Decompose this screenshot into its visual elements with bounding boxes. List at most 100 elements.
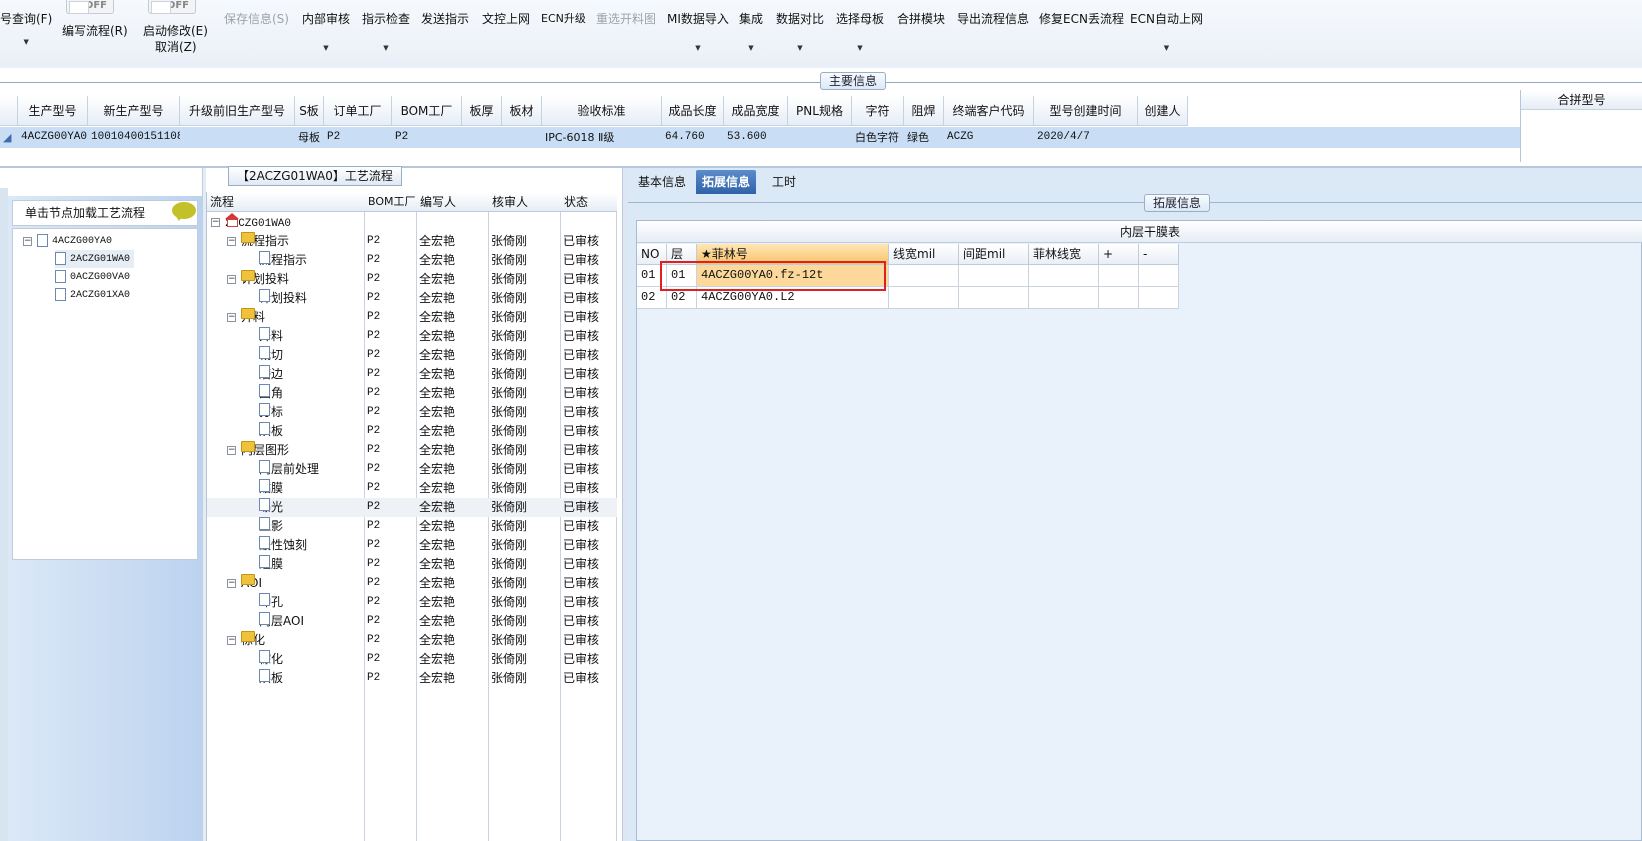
query-button[interactable]: 号查询(F) ▼ bbox=[0, 10, 52, 46]
tree-node[interactable]: 2ACZG01WA0 bbox=[55, 250, 135, 268]
col-header[interactable]: 核审人 bbox=[489, 192, 561, 212]
collapse-icon[interactable]: − bbox=[227, 636, 236, 645]
cell-acceptance[interactable]: IPC-6018 Ⅱ级 bbox=[542, 127, 662, 148]
cell-film-line-width[interactable] bbox=[1029, 265, 1099, 287]
cell-line-width[interactable] bbox=[889, 287, 959, 309]
collapse-icon[interactable]: − bbox=[227, 237, 236, 246]
col-header[interactable]: PNL规格 bbox=[788, 96, 852, 126]
col-header-spacing[interactable]: 间距mil bbox=[959, 244, 1029, 265]
col-header[interactable]: 终端客户代码 bbox=[944, 96, 1034, 126]
col-header[interactable]: 订单工厂 bbox=[324, 96, 392, 126]
flow-row[interactable]: −开料 P2 全宏艳 张倚刚 已审核 bbox=[207, 308, 617, 327]
flow-row[interactable]: 酸性蚀刻 P2 全宏艳 张倚刚 已审核 bbox=[207, 536, 617, 555]
col-header[interactable]: 升级前旧生产型号 bbox=[180, 96, 295, 126]
col-header[interactable]: 型号创建时间 bbox=[1034, 96, 1138, 126]
cell-layer[interactable]: 01 bbox=[667, 265, 697, 287]
col-header[interactable]: BOM工厂 bbox=[392, 96, 462, 126]
cell-width[interactable]: 53.600 bbox=[724, 127, 788, 148]
ecn-upgrade-button[interactable]: ECN升级 bbox=[541, 10, 586, 28]
col-header[interactable]: 验收标准 bbox=[542, 96, 662, 126]
col-header[interactable]: 字符 bbox=[852, 96, 904, 126]
flow-row[interactable]: 曝光 P2 全宏艳 张倚刚 已审核 bbox=[207, 498, 617, 517]
cell-minus[interactable] bbox=[1139, 265, 1179, 287]
instruction-check-button[interactable]: 指示检查 ▼ bbox=[362, 10, 410, 52]
col-header[interactable]: S板 bbox=[295, 96, 324, 126]
collapse-strip[interactable] bbox=[0, 188, 8, 841]
flow-row[interactable]: 流程指示 P2 全宏艳 张倚刚 已审核 bbox=[207, 251, 617, 270]
col-header[interactable]: 成品宽度 bbox=[724, 96, 788, 126]
cell-creator[interactable] bbox=[1138, 127, 1188, 148]
flow-row[interactable]: −2ACZG01WA0 bbox=[207, 213, 617, 232]
cell-customer-code[interactable]: ACZG bbox=[944, 127, 1034, 148]
tree-node[interactable]: 4ACZG00YA0 bbox=[37, 232, 112, 250]
flow-row[interactable]: 打标 P2 全宏艳 张倚刚 已审核 bbox=[207, 403, 617, 422]
collapse-icon[interactable]: − bbox=[227, 313, 236, 322]
flow-row[interactable]: 烘板 P2 全宏艳 张倚刚 已审核 bbox=[207, 422, 617, 441]
cell-no[interactable]: 02 bbox=[637, 287, 667, 309]
cell-line-width[interactable] bbox=[889, 265, 959, 287]
flow-row[interactable]: 退膜 P2 全宏艳 张倚刚 已审核 bbox=[207, 555, 617, 574]
integration-button[interactable]: 集成 ▼ bbox=[739, 10, 763, 52]
flow-row[interactable]: − 内层图形 P2 全宏艳 张倚刚 已审核 bbox=[207, 441, 617, 460]
cell-film-line-width[interactable] bbox=[1029, 287, 1099, 309]
ecn-auto-online-button[interactable]: ECN自动上网 ▼ bbox=[1130, 10, 1203, 52]
cell-length[interactable]: 64.760 bbox=[662, 127, 724, 148]
col-header[interactable]: 状态 bbox=[561, 192, 617, 212]
data-compare-button[interactable]: 数据对比 ▼ bbox=[776, 10, 824, 52]
flow-row[interactable]: 计划投料 P2 全宏艳 张倚刚 已审核 bbox=[207, 289, 617, 308]
flow-row[interactable]: 冲孔 P2 全宏艳 张倚刚 已审核 bbox=[207, 593, 617, 612]
cell-bom-factory[interactable]: P2 bbox=[392, 127, 462, 148]
flow-row[interactable]: 贴膜 P2 全宏艳 张倚刚 已审核 bbox=[207, 479, 617, 498]
flow-row[interactable]: −AOI P2 全宏艳 张倚刚 已审核 bbox=[207, 574, 617, 593]
col-header[interactable]: 板厚 bbox=[462, 96, 502, 126]
collapse-icon[interactable]: − bbox=[227, 446, 236, 455]
col-header[interactable]: 新生产型号 bbox=[88, 96, 180, 126]
cell-minus[interactable] bbox=[1139, 287, 1179, 309]
cell-character[interactable]: 白色字符 bbox=[852, 127, 904, 148]
tree-node[interactable]: 0ACZG00VA0 bbox=[55, 268, 130, 286]
mi-import-button[interactable]: MI数据导入 ▼ bbox=[667, 10, 729, 52]
flow-row[interactable]: 棕化 P2 全宏艳 张倚刚 已审核 bbox=[207, 650, 617, 669]
col-header-plus[interactable]: + bbox=[1099, 244, 1139, 265]
tree-node[interactable]: 2ACZG01XA0 bbox=[55, 286, 130, 304]
col-header[interactable]: 创建人 bbox=[1138, 96, 1188, 126]
flow-row[interactable]: 内层前处理 P2 全宏艳 张倚刚 已审核 bbox=[207, 460, 617, 479]
edit-flow-button[interactable]: 编写流程(R) bbox=[62, 22, 128, 40]
flow-row[interactable]: 裁切 P2 全宏艳 张倚刚 已审核 bbox=[207, 346, 617, 365]
flow-row[interactable]: 显影 P2 全宏艳 张倚刚 已审核 bbox=[207, 517, 617, 536]
cell-layer[interactable]: 02 bbox=[667, 287, 697, 309]
cell-no[interactable]: 01 bbox=[637, 265, 667, 287]
cancel-button[interactable]: 取消(Z) bbox=[155, 38, 197, 56]
collapse-icon[interactable]: − bbox=[227, 275, 236, 284]
cell-plus[interactable] bbox=[1099, 265, 1139, 287]
col-header[interactable]: BOM工厂 bbox=[365, 192, 417, 212]
flow-row[interactable]: 磨边 P2 全宏艳 张倚刚 已审核 bbox=[207, 365, 617, 384]
tab-work-hours[interactable]: 工时 bbox=[766, 170, 802, 194]
cell-production-model[interactable]: 4ACZG00YA0 bbox=[18, 127, 88, 148]
cell-old-model[interactable] bbox=[180, 127, 295, 148]
col-header-film-line-width[interactable]: 菲林线宽 bbox=[1029, 244, 1099, 265]
collapse-icon[interactable]: − bbox=[23, 237, 32, 246]
tab-basic-info[interactable]: 基本信息 bbox=[632, 170, 692, 194]
cell-material[interactable] bbox=[502, 127, 542, 148]
cell-order-factory[interactable]: P2 bbox=[324, 127, 392, 148]
cell-plus[interactable] bbox=[1099, 287, 1139, 309]
cell-thickness[interactable] bbox=[462, 127, 502, 148]
col-header-no[interactable]: NO bbox=[637, 244, 667, 265]
flow-row[interactable]: 烘板 P2 全宏艳 张倚刚 已审核 bbox=[207, 669, 617, 688]
col-header[interactable]: 编写人 bbox=[417, 192, 489, 212]
repair-ecn-button[interactable]: 修复ECN丢流程 bbox=[1039, 10, 1124, 28]
col-header[interactable]: 阻焊 bbox=[904, 96, 944, 126]
speech-bubble-icon[interactable] bbox=[172, 202, 196, 221]
cell-spacing[interactable] bbox=[959, 287, 1029, 309]
merge-model-header[interactable]: 合拼型号 bbox=[1521, 90, 1642, 110]
start-modify-toggle[interactable]: OFF bbox=[148, 0, 196, 14]
send-instruction-button[interactable]: 发送指示 bbox=[421, 10, 469, 28]
collapse-icon[interactable]: − bbox=[211, 218, 220, 227]
flow-row[interactable]: − 流程指示 P2 全宏艳 张倚刚 已审核 bbox=[207, 232, 617, 251]
cell-s-board[interactable]: 母板 bbox=[295, 127, 324, 148]
col-header-layer[interactable]: 层 bbox=[667, 244, 697, 265]
flow-row[interactable]: − 计划投料 P2 全宏艳 张倚刚 已审核 bbox=[207, 270, 617, 289]
col-header-film-no[interactable]: ★菲林号 bbox=[697, 244, 889, 265]
internal-review-button[interactable]: 内部审核 ▼ bbox=[302, 10, 350, 52]
